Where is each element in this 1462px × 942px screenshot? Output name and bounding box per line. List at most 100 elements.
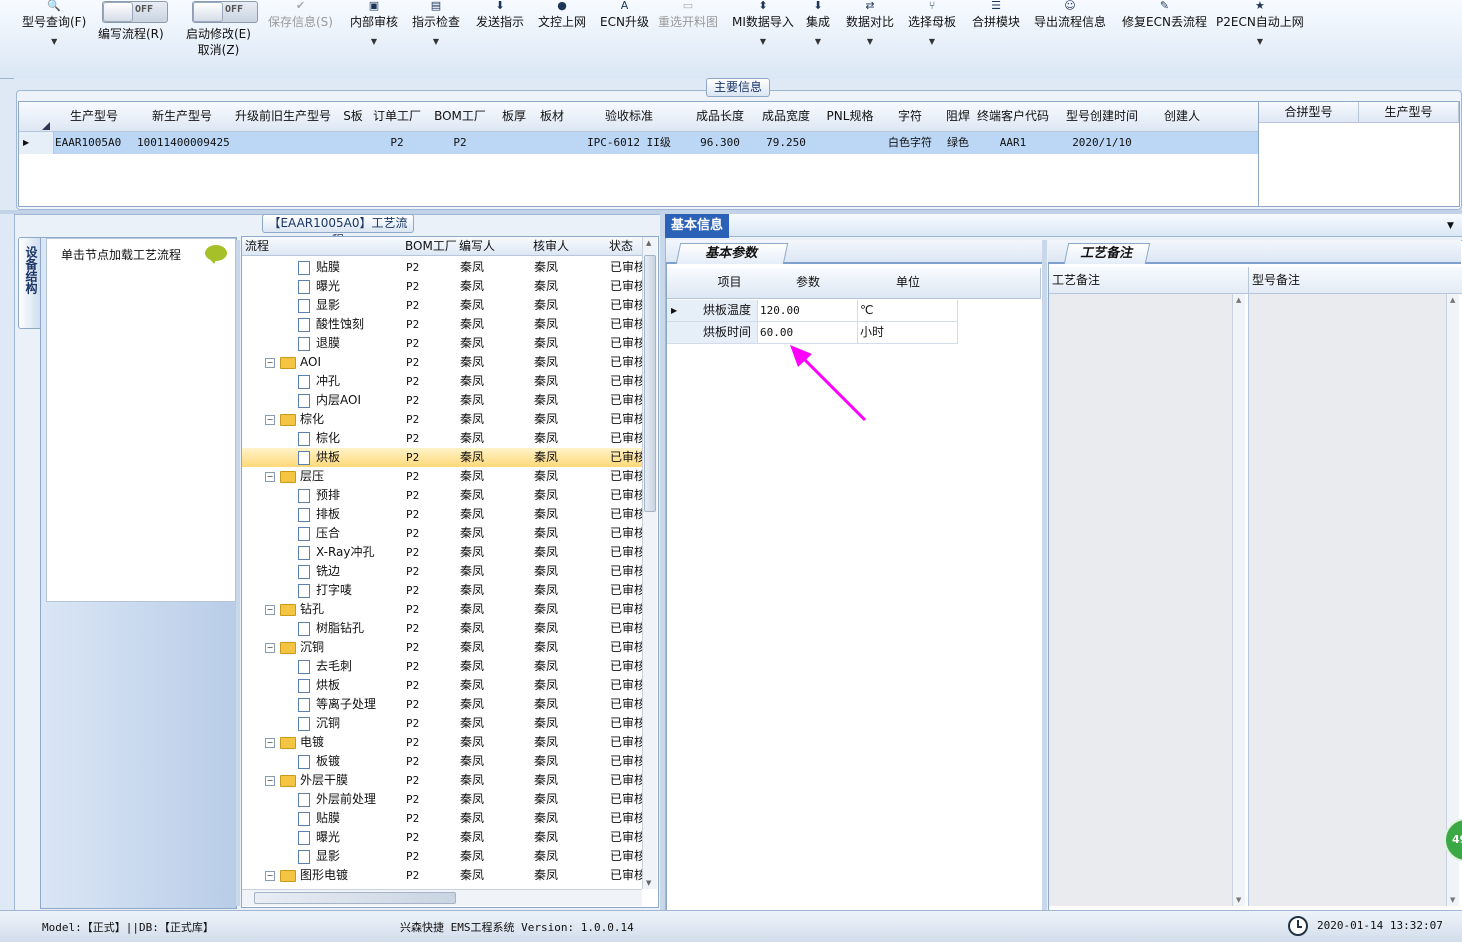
model-remark-scrollbar[interactable]: ▲ ▼ [1446,294,1459,906]
toggle-switch[interactable]: OFF [102,1,168,23]
tree-node[interactable]: 预排 P2 秦凤 秦凤 已审核 [242,486,646,505]
toolbar-item-17[interactable]: ★ P2ECN自动上网 ▼ [1216,0,1304,50]
toolbar-item-10[interactable]: ⬍ MI数据导入 ▼ [732,0,794,50]
tree-node[interactable]: 贴膜 P2 秦凤 秦凤 已审核 [242,809,646,828]
main-info-col-header[interactable]: 新生产型号 [135,102,230,132]
chevron-down-icon[interactable]: ▼ [1216,34,1304,50]
table-cell[interactable] [1155,132,1209,154]
tree-node[interactable]: 外层前处理 P2 秦凤 秦凤 已审核 [242,790,646,809]
model-remark-text[interactable] [1248,294,1459,906]
chevron-down-icon[interactable]: ▼ [412,34,460,50]
tree-node[interactable]: 等离子处理 P2 秦凤 秦凤 已审核 [242,695,646,714]
merge-grid-col-header[interactable]: 合拼型号 [1259,102,1359,123]
tree-horizontal-scrollbar[interactable] [242,889,642,906]
tree-node[interactable]: − AOI P2 秦凤 秦凤 已审核 [242,353,646,372]
toolbar-item-5[interactable]: ▤ 指示检查 ▼ [412,0,460,50]
equipment-structure-tab[interactable]: 设备结构 [18,237,42,329]
toolbar-item-6[interactable]: ⬇ 发送指示 [476,0,524,30]
table-cell[interactable]: 2020/1/10 [1049,132,1155,154]
main-info-col-header[interactable]: BOM工厂 [425,102,496,132]
tree-node[interactable]: 打字唛 P2 秦凤 秦凤 已审核 [242,581,646,600]
tree-node[interactable]: 贴膜 P2 秦凤 秦凤 已审核 [242,258,646,277]
table-cell[interactable]: 10011400009425 [135,132,231,154]
tree-node[interactable]: 压合 P2 秦凤 秦凤 已审核 [242,524,646,543]
param-col-header[interactable]: 项目 [701,268,759,299]
chevron-down-icon[interactable]: ▼ [908,34,956,50]
main-info-col-header[interactable]: 阻焊 [939,102,978,132]
tree-col-header[interactable]: BOM工厂 [402,237,457,256]
table-cell[interactable]: IPC-6012 II级 [571,132,687,154]
toolbar-item-11[interactable]: ⬇ 集成 ▼ [806,0,830,50]
table-row[interactable]: ▶ EAAR1005A0 10011400009425 P2 P2 IPC-6012 II… [19,132,1258,154]
table-cell[interactable] [533,132,571,154]
toolbar-item-0[interactable]: 🔍 型号查询(F) ▼ [22,0,86,50]
table-cell[interactable] [229,132,337,154]
tree-node[interactable]: 退膜 P2 秦凤 秦凤 已审核 [242,334,646,353]
main-info-col-header[interactable]: 板材 [533,102,572,132]
tree-node[interactable]: 烘板 P2 秦凤 秦凤 已审核 [242,676,646,695]
tree-node[interactable]: 铣边 P2 秦凤 秦凤 已审核 [242,562,646,581]
chevron-down-icon[interactable]: ▼ [846,34,894,50]
table-cell[interactable] [819,132,881,154]
main-info-col-header[interactable]: 成品宽度 [753,102,820,132]
tree-node[interactable]: 冲孔 P2 秦凤 秦凤 已审核 [242,372,646,391]
process-remark-text[interactable] [1049,294,1245,906]
tree-node[interactable]: − 层压 P2 秦凤 秦凤 已审核 [242,467,646,486]
table-cell[interactable]: 79.250 [753,132,819,154]
tree-col-header[interactable]: 状态 [606,237,647,256]
main-info-col-header[interactable]: 成品长度 [687,102,754,132]
table-cell[interactable]: EAAR1005A0 [53,132,137,154]
main-info-col-header[interactable]: PNL规格 [819,102,882,132]
params-tab[interactable]: 基本参数 [675,243,789,264]
tree-node[interactable]: 曝光 P2 秦凤 秦凤 已审核 [242,828,646,847]
tree-node[interactable]: 显影 P2 秦凤 秦凤 已审核 [242,296,646,315]
tree-node[interactable]: − 钻孔 P2 秦凤 秦凤 已审核 [242,600,646,619]
remarks-tab[interactable]: 工艺备注 [1063,243,1151,264]
process-remark-scrollbar[interactable]: ▲ ▼ [1232,294,1245,906]
main-info-col-header[interactable]: 生产型号 [53,102,136,132]
toolbar-item-8[interactable]: A ECN升级 [600,0,649,30]
main-info-col-header[interactable]: 型号创建时间 [1049,102,1156,132]
main-info-col-header[interactable]: S板 [337,102,370,132]
main-info-col-header[interactable]: 板厚 [495,102,534,132]
tree-node[interactable]: 去毛刺 P2 秦凤 秦凤 已审核 [242,657,646,676]
tree-node[interactable]: X-Ray冲孔 P2 秦凤 秦凤 已审核 [242,543,646,562]
main-info-col-header[interactable]: 字符 [881,102,940,132]
param-col-header[interactable]: 单位 [858,268,959,299]
table-cell[interactable] [495,132,533,154]
toolbar-item-7[interactable]: ● 文控上网 [538,0,586,30]
panel-menu-dropdown-icon[interactable]: ▼ [1447,221,1454,231]
tree-node[interactable]: − 沉铜 P2 秦凤 秦凤 已审核 [242,638,646,657]
toolbar-item-1[interactable]: OFF 编写流程(R) [98,0,168,42]
table-cell[interactable]: P2 [369,132,425,154]
splitter-vertical-right[interactable] [1042,240,1047,910]
param-value[interactable]: 120.00 [758,300,858,322]
toolbar-item-3[interactable]: ✔ 保存信息(S) [268,0,333,30]
table-cell[interactable]: P2 [425,132,495,154]
toolbar-item-12[interactable]: ⇄ 数据对比 ▼ [846,0,894,50]
tree-node[interactable]: − 棕化 P2 秦凤 秦凤 已审核 [242,410,646,429]
chevron-down-icon[interactable]: ▼ [22,34,86,50]
tree-node[interactable]: 沉铜 P2 秦凤 秦凤 已审核 [242,714,646,733]
toolbar-item-15[interactable]: ☺ 导出流程信息 [1034,0,1106,30]
table-cell[interactable]: 白色字符 [881,132,939,154]
main-info-col-header[interactable]: 升级前旧生产型号 [229,102,338,132]
tree-node[interactable]: − 图形电镀 P2 秦凤 秦凤 已审核 [242,866,646,885]
main-info-col-header[interactable]: 验收标准 [571,102,688,132]
tree-node[interactable]: 排板 P2 秦凤 秦凤 已审核 [242,505,646,524]
tree-node[interactable]: − 外层干膜 P2 秦凤 秦凤 已审核 [242,771,646,790]
tree-node[interactable]: 板镀 P2 秦凤 秦凤 已审核 [242,752,646,771]
main-info-col-header[interactable]: 创建人 [1155,102,1210,132]
toolbar-item-16[interactable]: ✎ 修复ECN丢流程 [1122,0,1207,30]
toolbar-item-4[interactable]: ▣ 内部审核 ▼ [350,0,398,50]
table-cell[interactable]: 绿色 [939,132,977,154]
tree-vertical-scrollbar[interactable]: ▲ ▼ [642,237,657,889]
tree-col-header[interactable]: 流程 [242,237,403,256]
toolbar-item-14[interactable]: ☰ 合拼模块 [972,0,1020,30]
table-cell[interactable]: AAR1 [977,132,1049,154]
merge-grid-col-header[interactable]: 生产型号 [1359,102,1459,123]
table-cell[interactable]: 96.300 [687,132,753,154]
tree-node[interactable]: 烘板 P2 秦凤 秦凤 已审核 [242,448,646,467]
chevron-down-icon[interactable]: ▼ [350,34,398,50]
tree-col-header[interactable]: 编写人 [456,237,531,256]
